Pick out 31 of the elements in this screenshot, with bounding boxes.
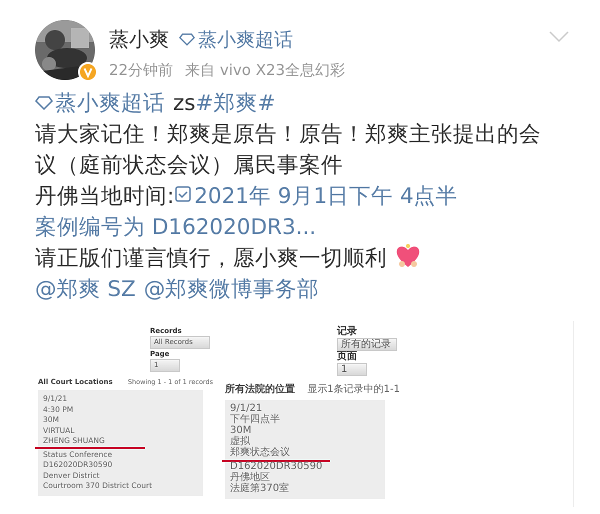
page-label: 页面 (337, 352, 358, 362)
record-line: 法庭第370室 (230, 484, 290, 494)
diamond-icon (179, 33, 195, 46)
post-text: 丹佛当地时间: (35, 184, 174, 209)
topic-badge[interactable]: 蒸小爽超话 (179, 26, 293, 52)
calendar-icon (174, 185, 192, 203)
record-line: 9/1/21 (230, 404, 262, 414)
topic-link[interactable]: 蒸小爽超话 (35, 91, 165, 116)
author-name[interactable]: 蒸小爽 (109, 26, 169, 53)
diamond-icon (35, 96, 53, 110)
page-dropdown[interactable]: 1 (337, 363, 367, 376)
post-text: zs (173, 91, 196, 116)
post-time: 22分钟前 (109, 61, 174, 80)
records-count: 显示1条记录中的1-1 (307, 382, 400, 396)
post-source: 来自 vivo X23全息幻彩 (185, 61, 346, 80)
records-label: 记录 (337, 327, 358, 337)
chevron-down-icon[interactable] (548, 30, 570, 44)
record-line: 虚拟 (230, 437, 250, 447)
record-line: 下午四点半 (230, 415, 280, 426)
locations-title: 所有法院的位置 (225, 382, 295, 396)
date-link[interactable]: 2021年 9月1日下午 4点半 (174, 184, 458, 209)
mention-link[interactable]: @郑爽 SZ (35, 277, 136, 302)
record-line: 丹佛地区 (230, 473, 270, 483)
record-line: D162020DR30590 (230, 462, 322, 472)
post-text: 请大家记住！郑爽是原告！原告！郑爽主张提出的会议（庭前状态会议）属民事案件 (35, 122, 541, 178)
mention-link[interactable]: #郑爽# (196, 91, 276, 116)
mention-link[interactable]: @郑爽微博事务部 (144, 277, 320, 302)
post-text: 请正版们谨言慎行，愿小爽一切顺利 (35, 246, 388, 271)
record-line: 30M (230, 426, 252, 436)
records-dropdown[interactable]: 所有的记录 (337, 338, 397, 351)
mention-link[interactable]: 案例编号为 D162020DR3... (35, 215, 316, 240)
